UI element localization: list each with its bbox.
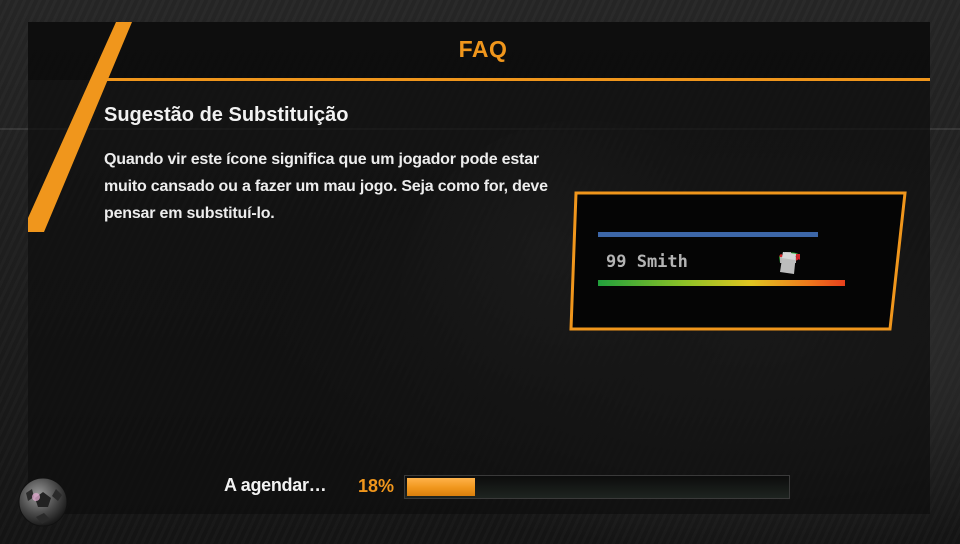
faq-heading: Sugestão de Substituição [104, 104, 349, 126]
player-stamina-blue-bar [598, 232, 818, 237]
substitution-example-card: 99 Smith [568, 190, 908, 332]
football-icon [18, 477, 68, 527]
page-title: FAQ [458, 36, 508, 62]
loading-percent: 18% [358, 476, 395, 496]
loading-progress-bar [404, 475, 790, 499]
loading-label: A agendar… [224, 475, 327, 495]
faq-body: Quando vir este ícone significa que um j… [104, 151, 548, 222]
header-divider [106, 78, 930, 81]
loading-progress-fill [407, 478, 475, 496]
loading-screen: FAQ Sugestão de Substituição Quando vir … [0, 0, 960, 544]
card-icon [780, 252, 796, 274]
player-name: 99 Smith [606, 252, 688, 272]
player-fitness-bar [598, 280, 845, 286]
